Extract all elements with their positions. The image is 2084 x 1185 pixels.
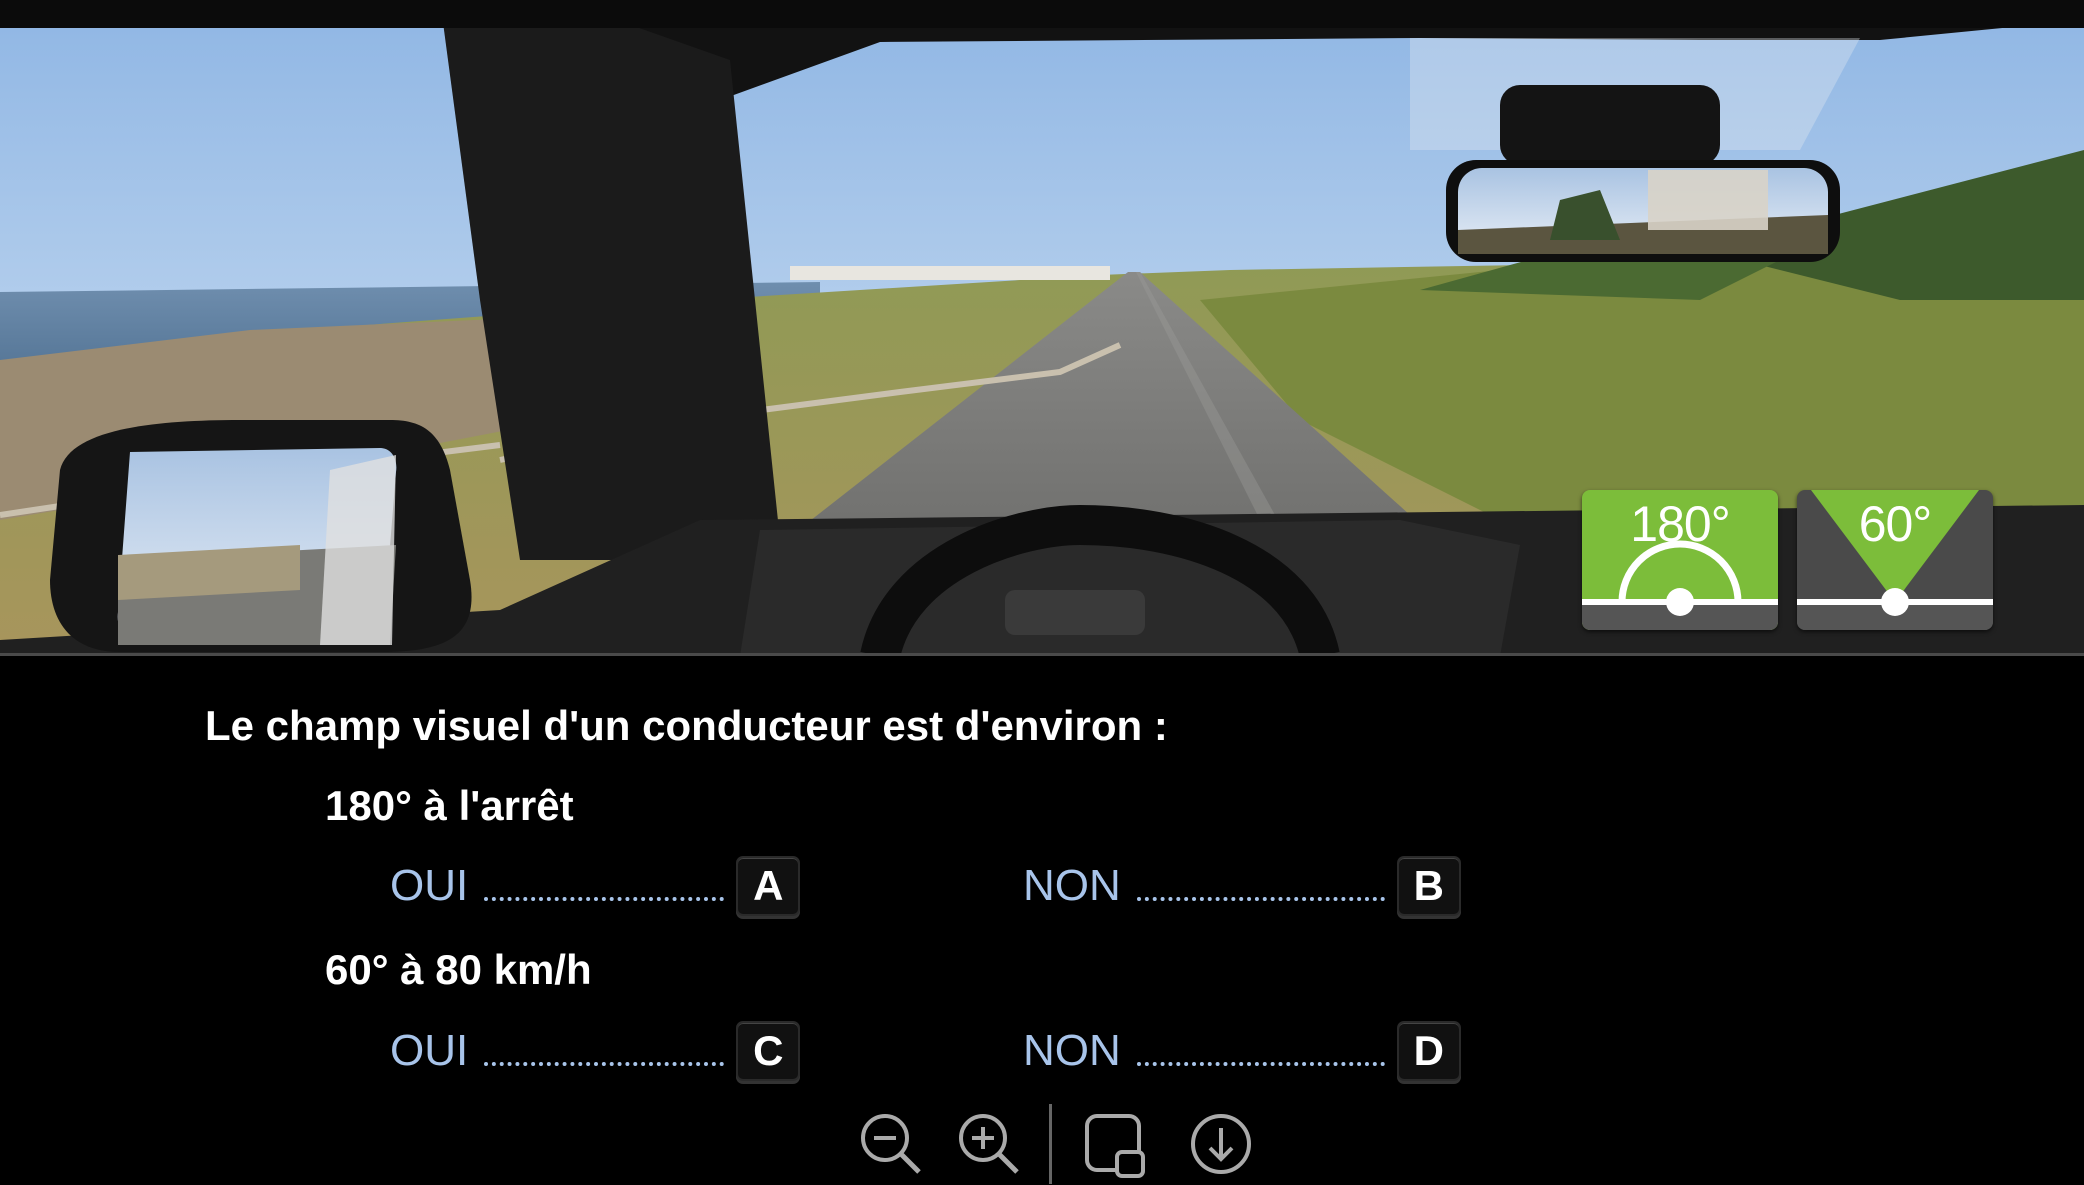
answer-word: NON — [1023, 861, 1121, 910]
screen-button[interactable] — [1079, 1108, 1151, 1180]
statement-2: 60° à 80 km/h — [325, 946, 592, 993]
question-text: Le champ visuel d'un conducteur est d'en… — [205, 702, 1168, 749]
answer-word: OUI — [390, 1026, 469, 1075]
bottom-toolbar — [855, 1104, 1275, 1184]
answer-word: NON — [1023, 1026, 1121, 1075]
zoom-out-button[interactable] — [855, 1108, 927, 1180]
answer-key-d[interactable]: D — [1396, 1021, 1461, 1081]
answer-option-c[interactable]: OUI C — [390, 1021, 801, 1081]
statement-1: 180° à l'arrêt — [325, 782, 574, 829]
answer-word: OUI — [390, 861, 469, 910]
badge-60-degrees: 60° — [1797, 490, 1993, 630]
answer-option-b[interactable]: NON B — [1023, 856, 1461, 916]
dot-leader — [484, 1058, 725, 1066]
badge-180-degrees: 180° — [1582, 490, 1778, 630]
screen-icon — [1085, 1114, 1145, 1178]
answer-key-c[interactable]: C — [736, 1021, 801, 1081]
scene-photo: 180° 60° — [0, 0, 2084, 656]
badge-60-label: 60° — [1858, 496, 1933, 552]
badge-180-label: 180° — [1630, 496, 1730, 552]
download-button[interactable] — [1185, 1108, 1257, 1180]
dot-leader — [1136, 1058, 1385, 1066]
zoom-out-icon — [861, 1114, 921, 1174]
download-icon — [1191, 1114, 1251, 1174]
answer-option-d[interactable]: NON D — [1023, 1021, 1461, 1081]
toolbar-divider — [1049, 1104, 1052, 1184]
zoom-in-icon — [959, 1114, 1019, 1174]
answer-option-a[interactable]: OUI A — [390, 856, 801, 916]
dot-leader — [484, 893, 725, 901]
dot-leader — [1136, 893, 1385, 901]
answer-key-a[interactable]: A — [736, 856, 801, 916]
answer-key-b[interactable]: B — [1396, 856, 1461, 916]
zoom-in-button[interactable] — [953, 1108, 1025, 1180]
